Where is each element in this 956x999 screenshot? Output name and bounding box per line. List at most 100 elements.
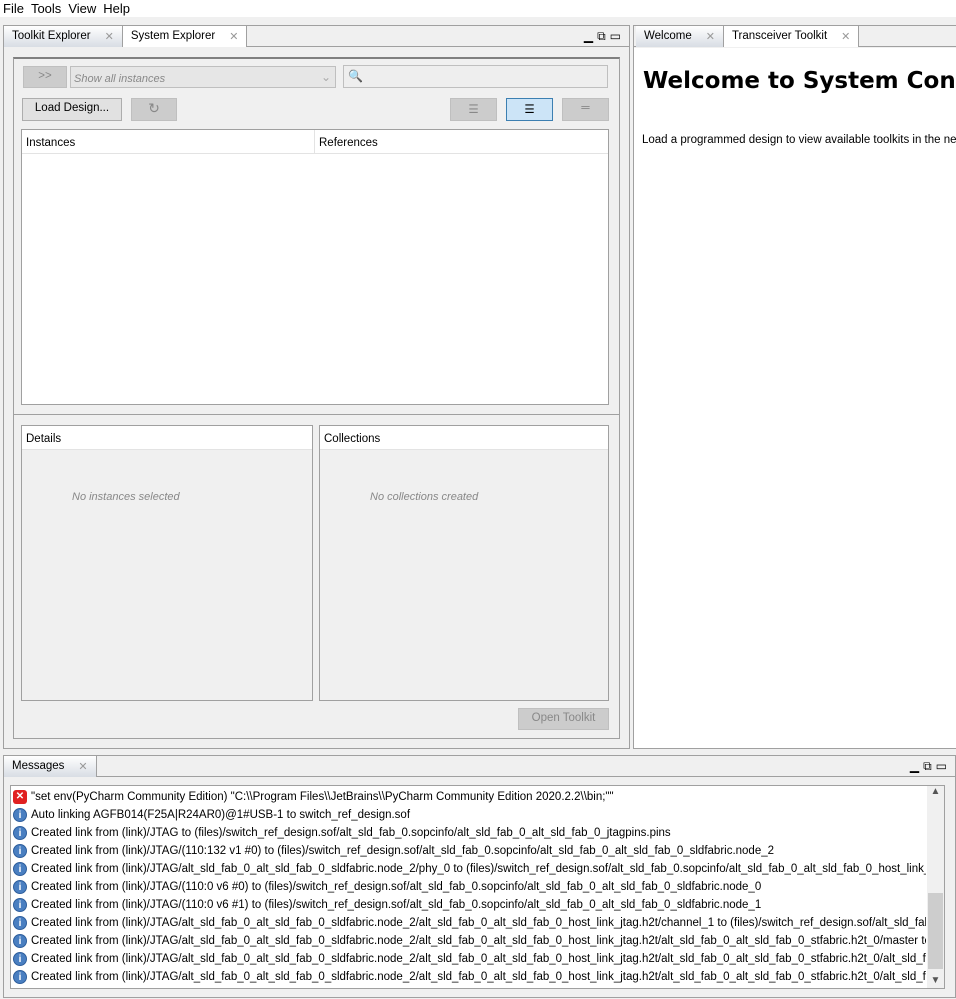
welcome-heading: Welcome to System Console xyxy=(643,68,956,94)
message-row[interactable]: i Auto linking AGFB014(F25A|R24AR0)@1#USB… xyxy=(13,806,926,824)
maximize-icon[interactable]: ▭ xyxy=(610,29,625,43)
tab-toolkit-explorer[interactable]: Toolkit Explorer ✕ xyxy=(4,26,123,47)
collections-pane: Collections No collections created xyxy=(319,425,609,701)
info-icon: i xyxy=(13,808,27,822)
message-row[interactable]: i Created link from (link)/JTAG to (files… xyxy=(13,824,926,842)
message-row[interactable]: i Created link from (link)/JTAG/(110:0 v6… xyxy=(13,896,926,914)
right-tabbar: Welcome ✕ Transceiver Toolkit ✕ xyxy=(634,26,956,47)
welcome-text: Load a programmed design to view availab… xyxy=(642,134,956,146)
tab-messages[interactable]: Messages ✕ xyxy=(4,756,97,777)
message-row[interactable]: i Created link from (link)/JTAG/alt_sld_f… xyxy=(13,968,926,986)
message-text: Created link from (link)/JTAG/(110:132 v… xyxy=(31,845,775,857)
menu-view[interactable]: View xyxy=(65,0,100,17)
refresh-icon: ↻ xyxy=(148,100,160,116)
filter-select-value: Show all instances xyxy=(74,73,166,85)
minimize-icon[interactable]: ▁ xyxy=(910,759,923,773)
message-row[interactable]: i Created link from (link)/JTAG/(110:132 … xyxy=(13,842,926,860)
menu-bar: File Tools View Help xyxy=(0,0,956,17)
menu-tools[interactable]: Tools xyxy=(28,0,65,17)
message-row[interactable]: ✕ "set env(PyCharm Community Edition) "C:… xyxy=(13,788,926,806)
info-icon: i xyxy=(13,880,27,894)
details-pane: Details No instances selected xyxy=(21,425,313,701)
message-row[interactable]: i Created link from (link)/JTAG/alt_sld_f… xyxy=(13,932,926,950)
tab-label: Toolkit Explorer xyxy=(12,30,91,42)
info-icon: i xyxy=(13,916,27,930)
detach-icon[interactable]: ⧉ xyxy=(923,759,936,773)
info-icon: i xyxy=(13,934,27,948)
close-icon[interactable]: ✕ xyxy=(78,760,87,777)
scroll-up-icon[interactable]: ▲ xyxy=(927,786,944,797)
flat-view-button[interactable]: ═ xyxy=(562,98,609,121)
window-controls: ▁⧉▭ xyxy=(910,759,951,774)
filter-select[interactable]: Show all instances ⌄ xyxy=(70,66,336,88)
column-references[interactable]: References xyxy=(315,130,608,154)
messages-tabbar: Messages ✕ ▁⧉▭ xyxy=(4,756,955,777)
instances-table: Instances References xyxy=(21,129,609,405)
messages-list: ✕ "set env(PyCharm Community Edition) "C:… xyxy=(10,785,945,989)
tab-welcome[interactable]: Welcome ✕ xyxy=(636,26,724,47)
chevron-down-icon: ⌄ xyxy=(320,70,331,84)
message-row[interactable]: i Created link from (link)/JTAG/(110:0 v6… xyxy=(13,878,926,896)
message-row[interactable]: i Created link from (link)/JTAG/alt_sld_f… xyxy=(13,950,926,968)
close-icon[interactable]: ✕ xyxy=(105,30,114,47)
message-row[interactable]: i Created link from (link)/JTAG/alt_sld_f… xyxy=(13,860,926,878)
search-icon: 🔍 xyxy=(348,69,363,83)
open-toolkit-button[interactable]: Open Toolkit xyxy=(518,708,609,730)
minimize-icon[interactable]: ▁ xyxy=(584,29,597,43)
hierarchy-icon: ☰ xyxy=(524,104,535,116)
collections-empty-text: No collections created xyxy=(370,491,479,503)
scroll-down-icon[interactable]: ▼ xyxy=(927,975,944,986)
info-icon: i xyxy=(13,844,27,858)
message-text: Auto linking AGFB014(F25A|R24AR0)@1#USB-… xyxy=(31,809,411,821)
maximize-icon[interactable]: ▭ xyxy=(936,759,951,773)
splitter[interactable] xyxy=(14,414,619,416)
message-text: Created link from (link)/JTAG to (files)… xyxy=(31,827,671,839)
scrollbar[interactable]: ▲ ▼ xyxy=(927,786,944,988)
scrollbar-thumb[interactable] xyxy=(928,893,943,969)
message-text: "set env(PyCharm Community Edition) "C:\… xyxy=(31,791,614,803)
message-text: Created link from (link)/JTAG/alt_sld_fa… xyxy=(31,863,926,875)
tab-transceiver-toolkit[interactable]: Transceiver Toolkit ✕ xyxy=(723,26,860,47)
search-input[interactable]: 🔍 xyxy=(343,65,608,88)
filter-toggle-button[interactable]: >> xyxy=(23,66,67,88)
table-header: Instances References xyxy=(22,130,608,154)
tab-label: System Explorer xyxy=(130,30,216,42)
info-icon: i xyxy=(13,952,27,966)
tab-label: Transceiver Toolkit xyxy=(731,30,828,42)
message-text: Created link from (link)/JTAG/(110:0 v6 … xyxy=(31,881,762,893)
info-icon: i xyxy=(13,826,27,840)
tree-icon: ☰ xyxy=(468,104,479,116)
message-text: Created link from (link)/JTAG/alt_sld_fa… xyxy=(31,971,926,983)
messages-rows: ✕ "set env(PyCharm Community Edition) "C:… xyxy=(11,786,926,986)
message-text: Created link from (link)/JTAG/alt_sld_fa… xyxy=(31,935,926,947)
tab-label: Messages xyxy=(12,760,65,772)
message-text: Created link from (link)/JTAG/alt_sld_fa… xyxy=(31,917,926,929)
close-icon[interactable]: ✕ xyxy=(841,30,850,47)
close-icon[interactable]: ✕ xyxy=(229,30,238,47)
info-icon: i xyxy=(13,898,27,912)
left-tabbar: Toolkit Explorer ✕ System Explorer ✕ ▁⧉▭ xyxy=(4,26,629,47)
flat-list-icon: ═ xyxy=(581,102,590,114)
message-row[interactable]: i Created link from (link)/JTAG/alt_sld_f… xyxy=(13,914,926,932)
refresh-button[interactable]: ↻ xyxy=(131,98,177,121)
column-instances[interactable]: Instances xyxy=(22,130,315,154)
detach-icon[interactable]: ⧉ xyxy=(597,29,610,43)
details-title: Details xyxy=(22,426,312,450)
error-icon: ✕ xyxy=(13,790,27,804)
load-design-button[interactable]: Load Design... xyxy=(22,98,122,121)
hierarchy-view-button[interactable]: ☰ xyxy=(506,98,553,121)
menu-file[interactable]: File xyxy=(0,0,28,17)
message-text: Created link from (link)/JTAG/(110:0 v6 … xyxy=(31,899,762,911)
welcome-panel: Welcome ✕ Transceiver Toolkit ✕ Welcome to… xyxy=(633,25,956,749)
details-empty-text: No instances selected xyxy=(72,491,180,503)
tab-label: Welcome xyxy=(644,30,692,42)
menu-help[interactable]: Help xyxy=(100,0,134,17)
window-controls: ▁⧉▭ xyxy=(584,29,625,44)
collections-title: Collections xyxy=(320,426,608,450)
info-icon: i xyxy=(13,862,27,876)
close-icon[interactable]: ✕ xyxy=(706,30,715,47)
tab-system-explorer[interactable]: System Explorer ✕ xyxy=(122,26,248,47)
tree-view-button[interactable]: ☰ xyxy=(450,98,497,121)
message-text: Created link from (link)/JTAG/alt_sld_fa… xyxy=(31,953,926,965)
info-icon: i xyxy=(13,970,27,984)
